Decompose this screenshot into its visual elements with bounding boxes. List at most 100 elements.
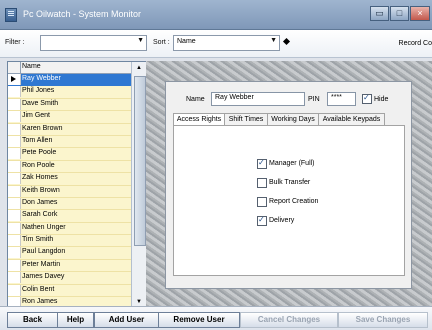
sort-dropdown[interactable]: Name ▼ [173,35,280,51]
pin-input-value: **** [331,94,342,101]
list-item[interactable]: Karen Brown [8,123,131,136]
list-item[interactable]: James Davey [8,272,131,285]
list-item-label: Ron Poole [22,161,55,169]
list-item[interactable]: Dave Smith [8,98,131,112]
hide-checkbox[interactable] [362,93,372,104]
name-label: Name [186,96,205,103]
filter-dropdown[interactable]: ▼ [40,35,147,51]
list-item-label: Tim Smith [22,236,54,244]
list-item-label: Pete Poole [22,149,57,157]
list-item[interactable]: Paul Langdon [8,247,131,260]
name-input[interactable]: Ray Webber [211,92,305,106]
sort-value: Name [177,38,196,45]
window-titlebar: Pc Oilwatch - System Monitor ▭ □ × [0,0,432,30]
delivery-checkbox[interactable] [257,215,267,226]
list-item-label: Nathen Unger [22,223,66,231]
list-item[interactable]: Ron Poole [8,160,131,174]
save-changes-button[interactable]: Save Changes [338,312,428,328]
chevron-down-icon: ▼ [137,37,144,44]
sort-direction-icon[interactable] [282,37,291,46]
manager-label: Manager (Full) [269,160,315,167]
list-item[interactable]: Zak Homes [8,173,131,186]
list-item[interactable]: Sarah Cork [8,210,131,223]
row-selector[interactable] [8,148,21,160]
list-item-label: Dave Smith [22,99,59,107]
pin-label: PIN [308,96,320,103]
row-selector[interactable] [8,235,21,247]
row-selector[interactable] [8,185,21,197]
list-item[interactable]: Keith Brown [8,185,131,198]
list-item-label: Ron James [22,298,58,306]
scroll-up-icon[interactable]: ▲ [136,65,142,71]
report-creation-label: Report Creation [269,198,319,205]
add-user-button[interactable]: Add User [94,312,159,328]
list-item[interactable]: Jim Gent [8,111,131,124]
row-selector[interactable] [8,259,21,271]
user-details-panel: Name Ray Webber PIN **** Hide Access Rig… [165,81,412,289]
list-item-label: Karen Brown [22,124,63,132]
help-button[interactable]: Help [57,312,94,328]
record-count-label: Record Co [398,40,432,47]
scroll-down-icon[interactable]: ▼ [136,299,142,305]
list-item-label: Jim Gent [22,112,51,120]
close-button[interactable]: × [410,6,430,21]
row-selector[interactable] [8,222,21,234]
list-item-label: Sarah Cork [22,211,58,219]
list-item-label: Don James [22,198,58,206]
list-item-label: Tom Allen [22,136,53,144]
row-selector[interactable] [8,123,21,135]
row-selector[interactable] [8,160,21,172]
row-selector[interactable] [8,284,21,296]
scrollbar-thumb[interactable] [134,76,146,246]
user-list: Name Ray Webber Phil Jones Dave Smith Ji… [7,61,148,308]
list-item[interactable]: Phil Jones [8,86,131,99]
delivery-label: Delivery [269,217,295,224]
list-item[interactable]: Nathen Unger [8,222,131,236]
minimize-button[interactable]: ▭ [370,6,389,21]
bulk-transfer-checkbox[interactable] [257,178,267,188]
bottom-button-bar: Back Help Add User Remove User Cancel Ch… [0,306,432,330]
remove-user-button[interactable]: Remove User [158,312,240,328]
cancel-changes-button[interactable]: Cancel Changes [240,312,338,328]
list-item-label: Zak Homes [22,174,58,182]
name-column-header[interactable]: Name [22,63,41,70]
hide-label: Hide [374,96,389,103]
row-selector[interactable] [8,197,21,209]
row-selector[interactable] [8,173,21,185]
list-item[interactable]: Tom Allen [8,135,131,149]
row-selector[interactable] [8,272,21,284]
list-item[interactable]: Peter Martin [8,259,131,273]
row-selector[interactable] [8,135,21,147]
list-item[interactable]: Pete Poole [8,148,131,161]
vertical-scrollbar[interactable]: ▲ ▼ [131,62,147,307]
row-selector[interactable] [8,210,21,222]
list-item-label: Phil Jones [22,87,55,95]
maximize-button[interactable]: □ [390,6,409,21]
row-selector[interactable] [8,111,21,123]
list-item[interactable]: Ray Webber [8,74,131,87]
row-selector[interactable] [8,74,21,85]
window-title: Pc Oilwatch - System Monitor [23,9,142,19]
toolbar: Filter : ▼ Sort : Name ▼ Record Co [0,30,432,58]
row-selector[interactable] [8,98,21,110]
list-item[interactable]: Colin Bent [8,284,131,298]
app-icon [5,8,17,22]
list-header: Name [8,62,131,74]
manager-checkbox[interactable] [257,158,267,169]
list-item-label: Keith Brown [22,186,60,194]
list-item-label: James Davey [22,273,65,281]
pin-input[interactable]: **** [327,92,356,106]
filter-label: Filter : [5,39,25,46]
list-item[interactable]: Tim Smith [8,235,131,248]
row-selector[interactable] [8,247,21,259]
row-selector-header [8,62,21,73]
list-rows: Ray Webber Phil Jones Dave Smith Jim Gen… [8,74,131,307]
row-selector[interactable] [8,86,21,98]
list-item[interactable]: Don James [8,197,131,211]
bulk-transfer-label: Bulk Transfer [269,179,311,186]
report-creation-checkbox[interactable] [257,197,267,207]
list-item-label: Peter Martin [22,260,61,268]
back-button[interactable]: Back [7,312,58,328]
tab-strip: Access Rights Shift Times Working Days A… [173,113,404,127]
list-item-label: Ray Webber [22,75,61,82]
